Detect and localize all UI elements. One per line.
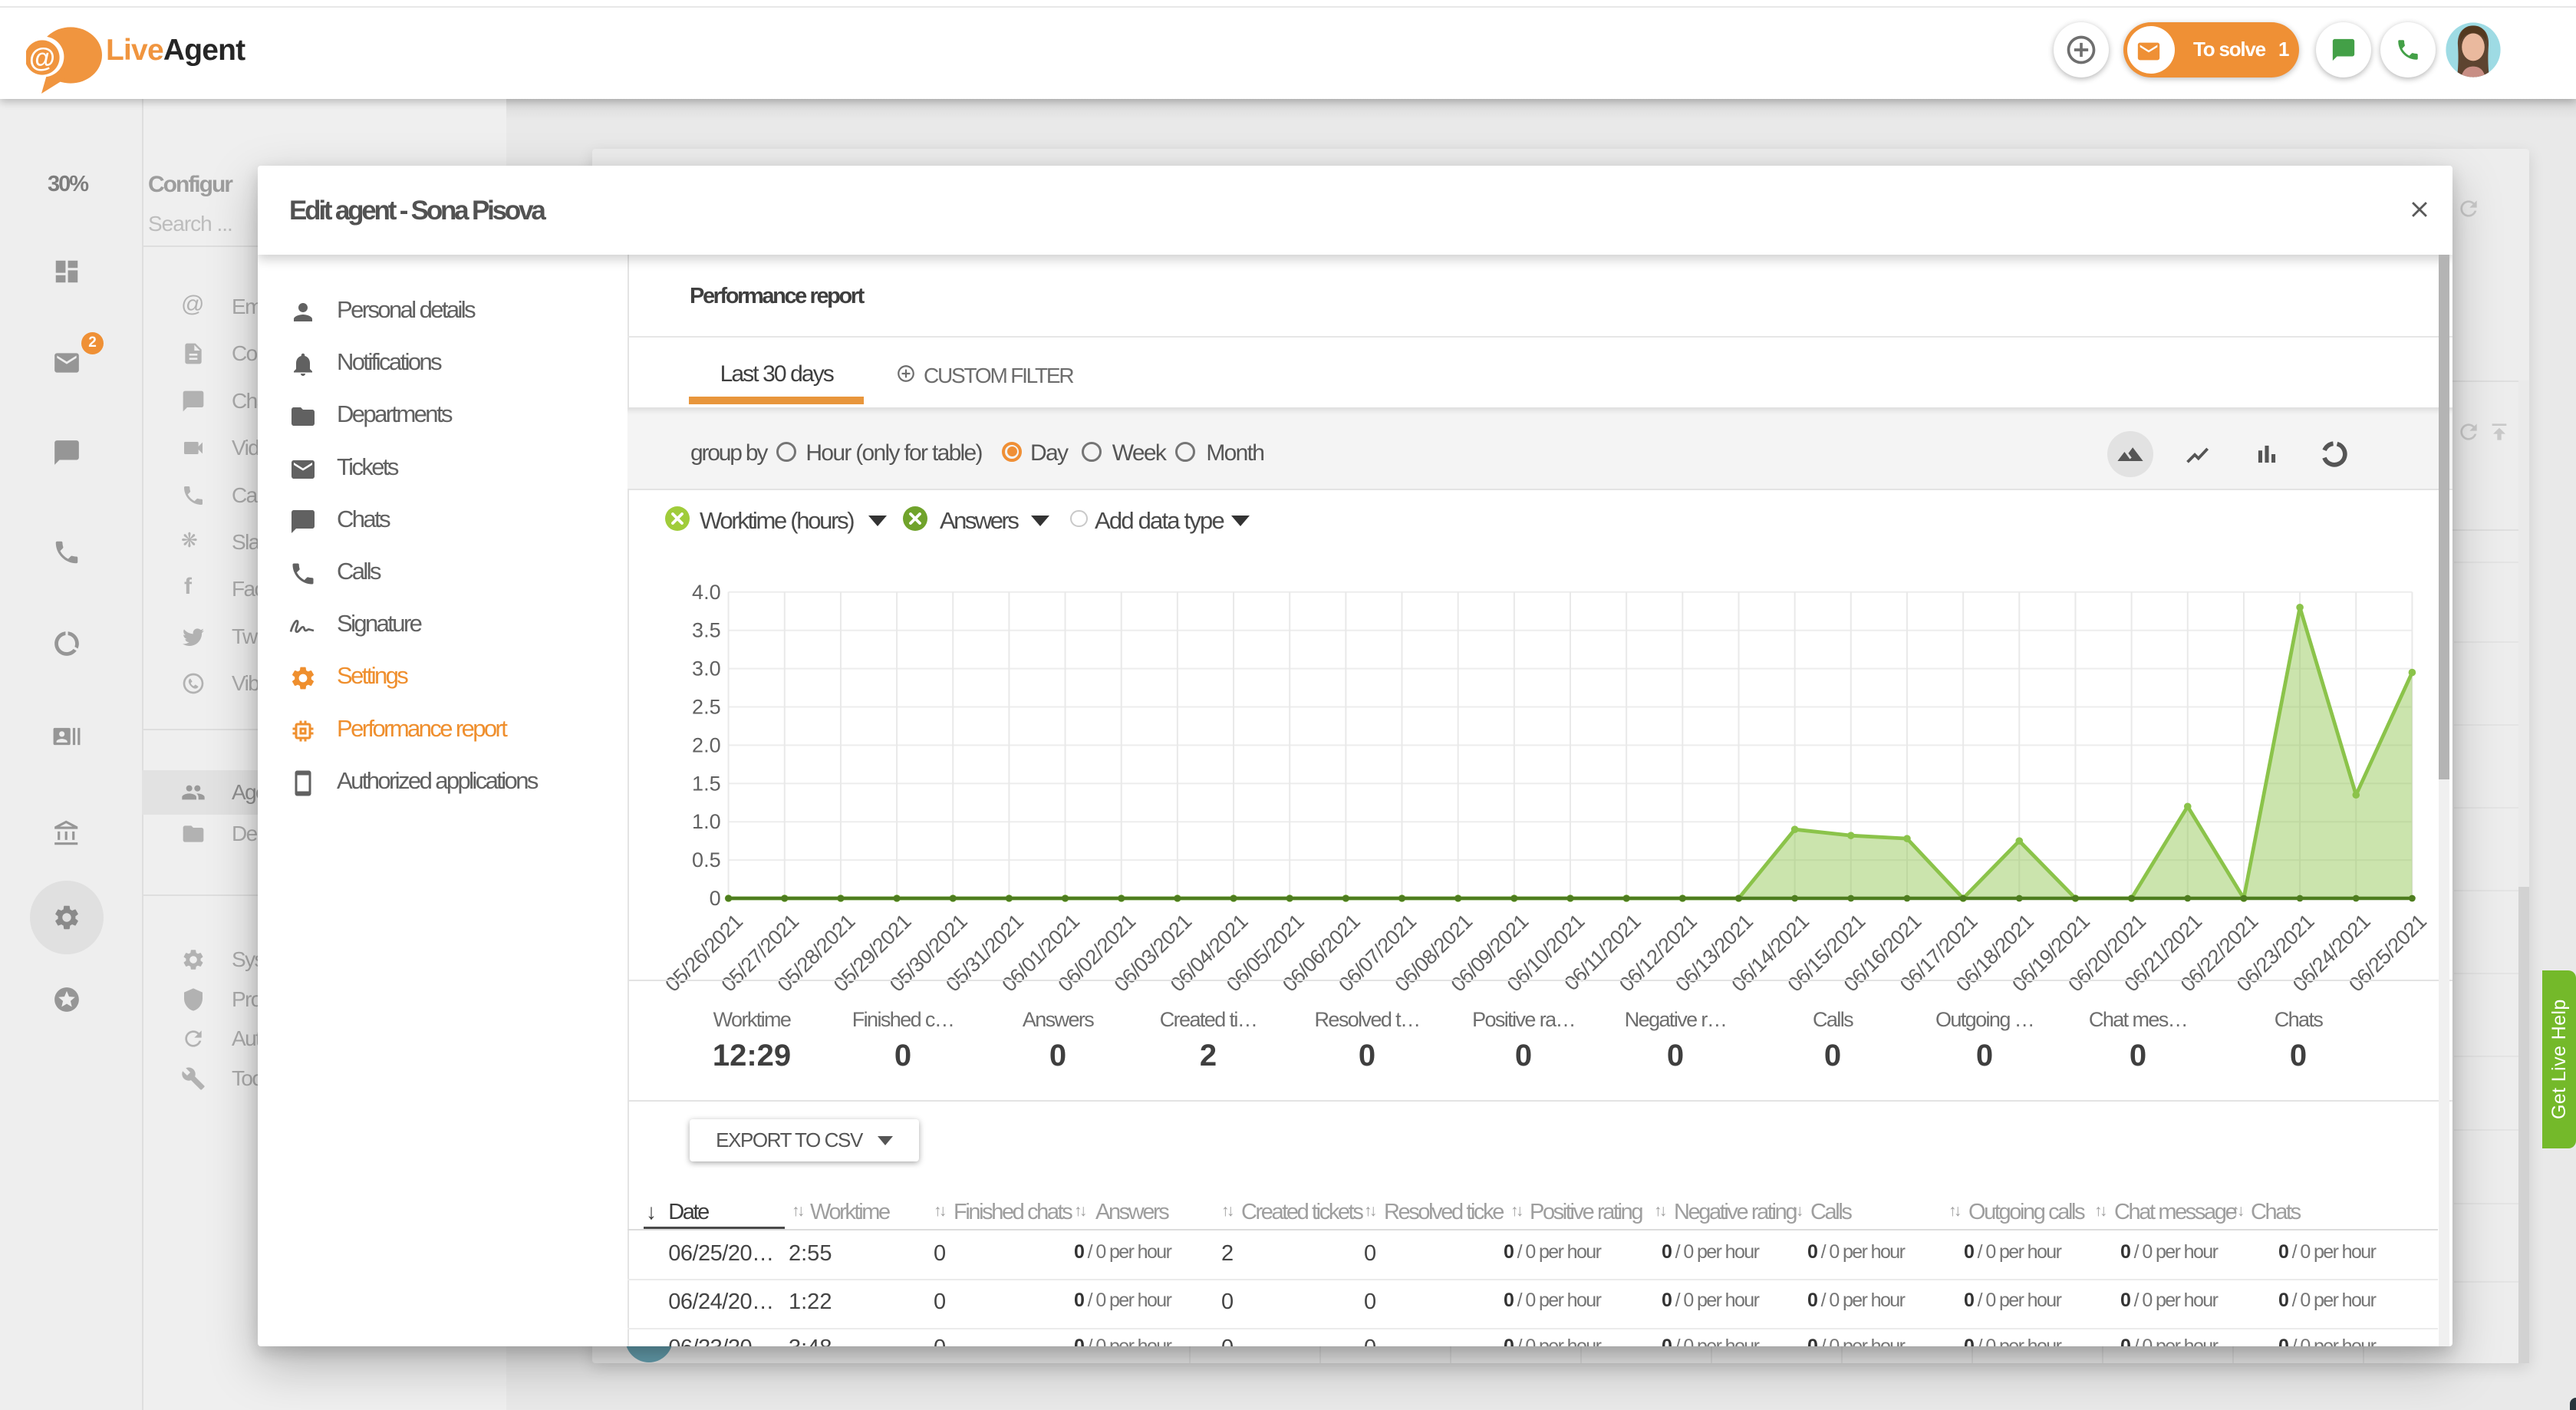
svg-text:2.5: 2.5 xyxy=(692,696,721,719)
svg-text:0.5: 0.5 xyxy=(692,848,721,871)
svg-text:@: @ xyxy=(29,43,55,73)
svg-text:0: 0 xyxy=(710,887,721,910)
svg-text:3.5: 3.5 xyxy=(692,619,721,642)
svg-text:2.0: 2.0 xyxy=(692,733,721,756)
svg-text:4.0: 4.0 xyxy=(692,581,721,604)
svg-text:1.0: 1.0 xyxy=(692,810,721,833)
svg-text:1.5: 1.5 xyxy=(692,772,721,795)
svg-text:3.0: 3.0 xyxy=(692,657,721,680)
